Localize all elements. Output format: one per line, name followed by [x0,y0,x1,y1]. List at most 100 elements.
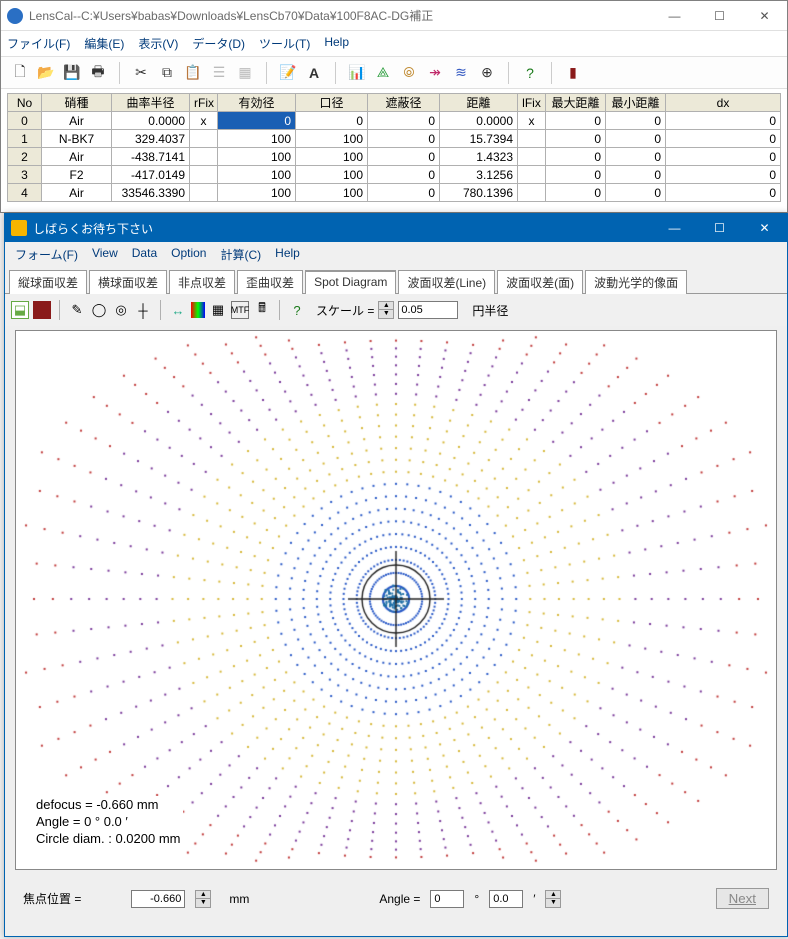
lens-icon[interactable]: ⦾ [398,62,420,84]
cell[interactable]: 33546.3390 [112,184,190,202]
cell[interactable] [190,148,218,166]
cell[interactable]: 15.7394 [440,130,518,148]
pencil-icon[interactable]: ✎ [68,301,86,319]
lens-data-table[interactable]: No硝種曲率半径rFix有効径口径遮蔽径距離lFix最大距離最小距離dx 0Ai… [7,93,781,202]
cell[interactable]: 100 [296,166,368,184]
calc-icon[interactable]: ▮ [562,62,584,84]
cell[interactable]: 100 [218,148,296,166]
cell[interactable] [518,148,546,166]
red-box-icon[interactable] [33,301,51,319]
cell[interactable]: 0 [546,166,606,184]
cell[interactable]: 0.0000 [440,112,518,130]
sub-minimize-button[interactable]: — [652,214,697,242]
cell[interactable]: -438.7141 [112,148,190,166]
submenu-calc[interactable]: 計算(C) [220,246,261,263]
table-row[interactable]: 4Air33546.33901001000780.1396000 [8,184,781,202]
col-header[interactable]: 有効径 [218,94,296,112]
cell[interactable]: 100 [218,130,296,148]
cell[interactable]: 100 [218,166,296,184]
cell[interactable]: 0 [666,166,781,184]
col-header[interactable]: 曲率半径 [112,94,190,112]
submenu-view[interactable]: View [92,246,118,263]
cell[interactable]: 0 [666,130,781,148]
tab-2[interactable]: 非点収差 [169,270,235,294]
cell[interactable]: 0 [8,112,42,130]
tab-3[interactable]: 歪曲収差 [237,270,303,294]
close-button[interactable]: ✕ [742,1,787,31]
cell[interactable] [190,130,218,148]
mtf-icon[interactable]: MTF [231,301,249,319]
bar-chart-icon[interactable]: 📊 [346,62,368,84]
cell[interactable]: 0 [368,166,440,184]
col-header[interactable]: 最小距離 [606,94,666,112]
focus-input[interactable] [131,890,185,908]
save-icon[interactable]: 💾 [61,62,83,84]
cell[interactable]: 0.0000 [112,112,190,130]
submenu-data[interactable]: Data [132,246,157,263]
cell[interactable] [190,184,218,202]
col-header[interactable]: 硝種 [42,94,112,112]
tab-7[interactable]: 波動光学的像面 [585,270,687,294]
zoom-box-icon[interactable]: ⬓ [11,301,29,319]
cell[interactable] [518,130,546,148]
cell[interactable]: Air [42,148,112,166]
tab-4[interactable]: Spot Diagram [305,270,396,294]
submenu-option[interactable]: Option [171,246,206,263]
minimize-button[interactable]: — [652,1,697,31]
cell[interactable]: 0 [368,184,440,202]
grid-icon[interactable]: ▦ [209,301,227,319]
prism-icon[interactable]: ⟁ [372,62,394,84]
cell[interactable]: 0 [546,184,606,202]
cell[interactable]: 0 [368,148,440,166]
table-row[interactable]: 3F2-417.014910010003.1256000 [8,166,781,184]
table-row[interactable]: 2Air-438.714110010001.4323000 [8,148,781,166]
col-header[interactable]: 最大距離 [546,94,606,112]
angle-deg-input[interactable] [430,890,464,908]
table-row[interactable]: 0Air0.0000x0000.0000x000 [8,112,781,130]
arrow-icon[interactable]: ↠ [424,62,446,84]
cell[interactable]: N-BK7 [42,130,112,148]
angle-spinner[interactable]: ▲▼ [545,890,561,908]
cell[interactable]: 0 [606,112,666,130]
tab-0[interactable]: 縦球面収差 [9,270,87,294]
col-header[interactable]: rFix [190,94,218,112]
cell[interactable]: 100 [296,130,368,148]
col-header[interactable]: lFix [518,94,546,112]
menu-edit[interactable]: 編集(E) [84,35,124,52]
cell[interactable]: 0 [606,148,666,166]
cell[interactable]: 0 [296,112,368,130]
sub-maximize-button[interactable]: ☐ [697,214,742,242]
submenu-help[interactable]: Help [275,246,300,263]
col-header[interactable]: 距離 [440,94,518,112]
cell[interactable]: 1.4323 [440,148,518,166]
angle-min-input[interactable] [489,890,523,908]
copy-icon[interactable]: ⧉ [156,62,178,84]
table-row[interactable]: 1N-BK7329.4037100100015.7394000 [8,130,781,148]
sub-close-button[interactable]: ✕ [742,214,787,242]
col-header[interactable]: 口径 [296,94,368,112]
cell[interactable] [190,166,218,184]
submenu-form[interactable]: フォーム(F) [15,246,78,263]
tab-5[interactable]: 波面収差(Line) [398,270,495,294]
cell[interactable]: 100 [296,148,368,166]
spot-icon[interactable]: ⊕ [476,62,498,84]
cell[interactable]: 0 [666,112,781,130]
axis-icon[interactable]: ↔ [169,301,187,319]
tab-1[interactable]: 横球面収差 [89,270,167,294]
cell[interactable]: 0 [218,112,296,130]
double-circle-icon[interactable]: ◎ [112,301,130,319]
cell[interactable]: 0 [546,148,606,166]
cell[interactable]: 0 [666,148,781,166]
maximize-button[interactable]: ☐ [697,1,742,31]
menu-help[interactable]: Help [324,35,349,52]
cell[interactable]: 0 [606,166,666,184]
cell[interactable] [518,166,546,184]
wave-icon[interactable]: ≋ [450,62,472,84]
cell[interactable]: Air [42,112,112,130]
cell[interactable]: 0 [666,184,781,202]
cell[interactable]: 100 [218,184,296,202]
scale-spinner[interactable]: ▲▼ [378,301,394,319]
cell[interactable]: 100 [296,184,368,202]
new-file-icon[interactable]: 🗋 [9,62,31,84]
cell[interactable]: 0 [546,112,606,130]
